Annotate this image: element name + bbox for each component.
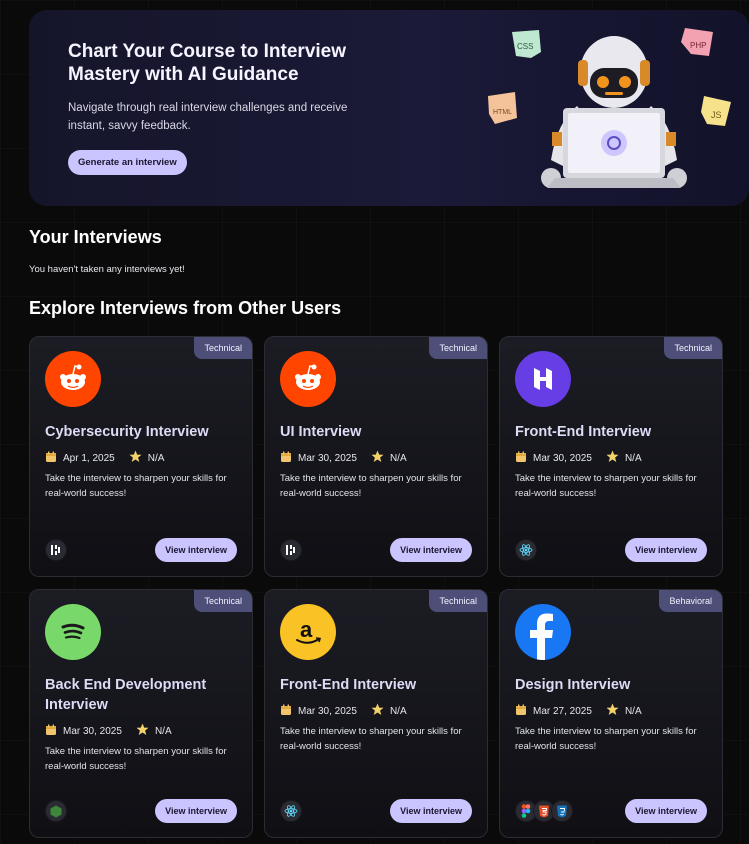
interview-meta: Mar 27, 2025 N/A [515, 703, 650, 719]
hero-title: Chart Your Course to Interview Mastery w… [68, 41, 347, 85]
interview-score: N/A [154, 725, 172, 737]
explore-interviews-title: Explore Interviews from Other Users [29, 298, 342, 318]
interview-type-badge: Behavioral [659, 590, 722, 612]
interview-meta: Mar 30, 2025 N/A [280, 703, 415, 719]
interview-meta: Mar 30, 2025 N/A [280, 450, 415, 466]
reddit-logo-icon [280, 351, 336, 407]
interview-date: Mar 30, 2025 [298, 452, 357, 464]
js-sticker-icon: JS [701, 96, 731, 126]
interview-card: Technical Back End Development Interview… [29, 589, 253, 838]
calendar-icon [515, 451, 527, 466]
view-interview-button[interactable]: View interview [155, 538, 237, 562]
interview-card: Technical Cybersecurity Interview Apr 1,… [29, 336, 253, 577]
interview-title: UI Interview [280, 424, 362, 440]
js-sticker-label: JS [711, 110, 722, 120]
css3-icon [551, 800, 573, 822]
hero-banner: Chart Your Course to Interview Mastery w… [29, 10, 749, 206]
react-icon [280, 800, 302, 822]
interview-type-badge: Technical [429, 590, 487, 612]
tech-stack [45, 800, 67, 822]
interview-description: Take the interview to sharpen your skill… [45, 746, 227, 772]
html-sticker-icon: HTML [488, 92, 517, 124]
view-interview-button[interactable]: View interview [390, 799, 472, 823]
robot-illustration: CSS PHP HTML JS [488, 28, 731, 188]
star-icon [606, 703, 619, 719]
generate-interview-button[interactable]: Generate an interview [68, 150, 187, 175]
interview-score: N/A [624, 705, 642, 717]
svg-text:a: a [300, 617, 313, 642]
interview-title: Design Interview [515, 677, 631, 693]
interview-meta: Mar 30, 2025 N/A [45, 723, 180, 739]
interview-date: Mar 27, 2025 [533, 705, 592, 717]
interview-title: Back End Development Interview [45, 677, 207, 713]
calendar-icon [45, 724, 57, 739]
nextjs-icon [280, 539, 302, 561]
star-icon [371, 450, 384, 466]
interview-description: Take the interview to sharpen your skill… [280, 726, 462, 752]
php-sticker-label: PHP [690, 41, 706, 50]
interview-title: Front-End Interview [515, 424, 652, 440]
interview-description: Take the interview to sharpen your skill… [515, 473, 697, 499]
interview-score: N/A [147, 452, 165, 464]
interview-meta: Apr 1, 2025 N/A [45, 450, 172, 466]
tech-stack [515, 539, 537, 561]
php-sticker-icon: PHP [681, 28, 713, 56]
interview-card: Behavioral Design Interview Mar 27, 2025… [499, 589, 723, 838]
facebook-logo-icon [515, 604, 571, 660]
calendar-icon [280, 704, 292, 719]
spotify-logo-icon [45, 604, 101, 660]
star-icon [129, 450, 142, 466]
interview-title: Front-End Interview [280, 677, 417, 693]
amazon-logo-icon: a [280, 604, 336, 660]
interview-description: Take the interview to sharpen your skill… [515, 726, 697, 752]
interview-title: Cybersecurity Interview [45, 424, 209, 440]
interview-type-badge: Technical [194, 337, 252, 359]
interview-meta: Mar 30, 2025 N/A [515, 450, 650, 466]
calendar-icon [515, 704, 527, 719]
interview-date: Mar 30, 2025 [63, 725, 122, 737]
star-icon [136, 723, 149, 739]
interview-score: N/A [389, 705, 407, 717]
interview-type-badge: Technical [194, 590, 252, 612]
html-sticker-label: HTML [493, 109, 512, 116]
star-icon [371, 703, 384, 719]
tech-stack [515, 800, 573, 822]
reddit-logo-icon [45, 351, 101, 407]
no-interviews-message: You haven't taken any interviews yet! [29, 264, 185, 275]
view-interview-button[interactable]: View interview [155, 799, 237, 823]
tech-stack [45, 539, 67, 561]
your-interviews-title: Your Interviews [29, 227, 162, 247]
nodejs-icon [45, 800, 67, 822]
tech-stack [280, 539, 302, 561]
interview-date: Mar 30, 2025 [298, 705, 357, 717]
interview-description: Take the interview to sharpen your skill… [280, 473, 462, 499]
interview-date: Apr 1, 2025 [63, 452, 115, 464]
interview-date: Mar 30, 2025 [533, 452, 592, 464]
star-icon [606, 450, 619, 466]
hero-subtitle: Navigate through real interview challeng… [68, 102, 348, 132]
calendar-icon [280, 451, 292, 466]
css-sticker-icon: CSS [512, 30, 541, 58]
interview-score: N/A [624, 452, 642, 464]
calendar-icon [45, 451, 57, 466]
tech-stack [280, 800, 302, 822]
interview-score: N/A [389, 452, 407, 464]
interview-type-badge: Technical [664, 337, 722, 359]
interview-type-badge: Technical [429, 337, 487, 359]
interview-description: Take the interview to sharpen your skill… [45, 473, 227, 499]
view-interview-button[interactable]: View interview [390, 538, 472, 562]
css-sticker-label: CSS [517, 42, 533, 51]
interview-card: Technical UI Interview Mar 30, 2025 N/A … [264, 336, 488, 577]
react-icon [515, 539, 537, 561]
hostinger-logo-icon [515, 351, 571, 407]
interview-card: Technical a Front-End Interview Mar 30, … [264, 589, 488, 838]
interview-card: Technical Front-End Interview Mar 30, 20… [499, 336, 723, 577]
view-interview-button[interactable]: View interview [625, 799, 707, 823]
view-interview-button[interactable]: View interview [625, 538, 707, 562]
nextjs-icon [45, 539, 67, 561]
